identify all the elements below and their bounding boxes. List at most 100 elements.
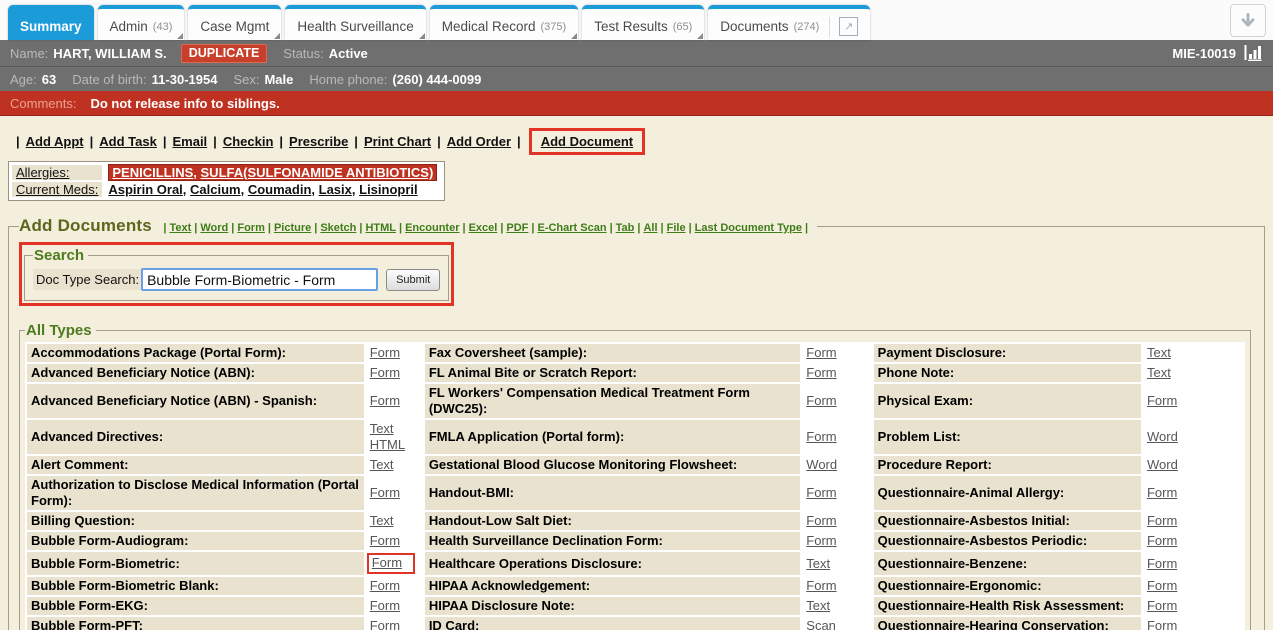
doc-link-word[interactable]: Word [1147, 429, 1178, 445]
doc-link-form[interactable]: Form [806, 393, 836, 409]
bar-chart-icon[interactable] [1244, 45, 1263, 61]
action-link-prescribe[interactable]: Prescribe [289, 134, 348, 149]
doc-link-form[interactable]: Form [806, 513, 836, 529]
scroll-down-button[interactable] [1230, 4, 1266, 37]
separator: | [531, 222, 534, 234]
action-link-add-document[interactable]: Add Document [541, 134, 633, 149]
doc-link-form[interactable]: Form [1147, 533, 1177, 549]
separator: | [689, 222, 692, 234]
doc-link-cell: Form [802, 344, 871, 362]
action-link-add-order[interactable]: Add Order [447, 134, 511, 149]
tab-test-results[interactable]: Test Results(65) [582, 5, 704, 40]
down-arrow-icon [1238, 11, 1258, 31]
doc-link-text[interactable]: Text [370, 457, 394, 473]
doc-link-text[interactable]: Text [806, 556, 830, 572]
table-row: Billing Question:TextHandout-Low Salt Di… [27, 512, 1243, 530]
doc-link-form[interactable]: Form [1147, 513, 1177, 529]
doc-link-form[interactable]: Form [370, 578, 400, 594]
allergy-link-penicillins[interactable]: PENICILLINS [112, 165, 193, 180]
format-link-sketch[interactable]: Sketch [320, 222, 356, 234]
format-link-e-chart-scan[interactable]: E-Chart Scan [537, 222, 606, 234]
med-link-lasix[interactable]: Lasix [319, 182, 352, 197]
tab-medical-record[interactable]: Medical Record(375) [430, 5, 578, 40]
action-link-add-task[interactable]: Add Task [99, 134, 157, 149]
med-link-lisinopril[interactable]: Lisinopril [359, 182, 418, 197]
doc-link-form[interactable]: Form [806, 429, 836, 445]
doc-link-form[interactable]: Form [370, 345, 400, 361]
allergies-link[interactable]: Allergies: [16, 165, 69, 180]
doc-type-label: Advanced Beneficiary Notice (ABN): [27, 364, 364, 382]
open-in-new-circle-icon[interactable]: ↗ [839, 17, 858, 36]
doc-link-form[interactable]: Form [1147, 598, 1177, 614]
doc-link-cell: Form [366, 364, 423, 382]
submit-button[interactable]: Submit [386, 269, 440, 291]
format-link-word[interactable]: Word [200, 222, 228, 234]
doc-link-cell: Text [1143, 344, 1243, 362]
doc-link-text[interactable]: Text [806, 598, 830, 614]
current-meds-link[interactable]: Current Meds: [16, 182, 98, 197]
doc-link-cell: Word [1143, 420, 1243, 454]
doc-link-form[interactable]: Form [1147, 393, 1177, 409]
tab-case-mgmt[interactable]: Case Mgmt [188, 5, 281, 40]
annotation-box: Add Document [529, 128, 645, 155]
action-link-add-appt[interactable]: Add Appt [26, 134, 84, 149]
doc-type-label: Questionnaire-Asbestos Initial: [874, 512, 1141, 530]
doc-link-text[interactable]: Text [370, 513, 394, 529]
doc-link-text[interactable]: Text [1147, 345, 1171, 361]
annotation-box: Form [367, 553, 415, 574]
doc-type-label: Alert Comment: [27, 456, 364, 474]
med-link-aspirin-oral[interactable]: Aspirin Oral [108, 182, 182, 197]
doc-link-form[interactable]: Form [370, 485, 400, 501]
doc-link-form[interactable]: Form [1147, 485, 1177, 501]
doc-type-search-input[interactable] [141, 268, 378, 291]
doc-link-word[interactable]: Word [1147, 457, 1178, 473]
tab-admin[interactable]: Admin(43) [98, 5, 185, 40]
doc-link-form[interactable]: Form [370, 393, 400, 409]
format-link-text[interactable]: Text [169, 222, 191, 234]
doc-link-form[interactable]: Form [806, 365, 836, 381]
doc-link-form[interactable]: Form [370, 598, 400, 614]
format-link-picture[interactable]: Picture [274, 222, 311, 234]
tab-health-surveillance[interactable]: Health Surveillance [285, 5, 425, 40]
tab-documents[interactable]: Documents(274)↗ [708, 5, 870, 40]
doc-type-label: Bubble Form-EKG: [27, 597, 364, 615]
tab-bar: SummaryAdmin(43)Case MgmtHealth Surveill… [0, 0, 1273, 40]
format-link-tab[interactable]: Tab [616, 222, 635, 234]
doc-link-form[interactable]: Form [370, 533, 400, 549]
action-link-email[interactable]: Email [172, 134, 207, 149]
format-link-encounter[interactable]: Encounter [405, 222, 459, 234]
med-link-calcium[interactable]: Calcium [190, 182, 241, 197]
duplicate-badge: DUPLICATE [181, 44, 268, 63]
doc-link-form[interactable]: Form [806, 485, 836, 501]
allergy-link-sulfa-sulfonamide-antibiotics[interactable]: SULFA(SULFONAMIDE ANTIBIOTICS) [201, 165, 434, 180]
doc-link-scan[interactable]: Scan [806, 618, 836, 630]
doc-type-label: Bubble Form-Biometric: [27, 552, 364, 575]
all-types-table: Accommodations Package (Portal Form):For… [25, 342, 1245, 630]
doc-link-word[interactable]: Word [806, 457, 837, 473]
format-link-last-document-type[interactable]: Last Document Type [695, 222, 802, 234]
doc-link-html[interactable]: HTML [370, 437, 405, 453]
format-link-all[interactable]: All [643, 222, 657, 234]
med-link-coumadin[interactable]: Coumadin [248, 182, 312, 197]
format-link-file[interactable]: File [667, 222, 686, 234]
tab-summary[interactable]: Summary [8, 5, 94, 40]
format-link-pdf[interactable]: PDF [506, 222, 528, 234]
doc-link-form[interactable]: Form [370, 618, 400, 630]
doc-link-form[interactable]: Form [1147, 556, 1177, 572]
doc-link-text[interactable]: Text [370, 421, 394, 437]
action-link-print-chart[interactable]: Print Chart [364, 134, 431, 149]
doc-link-text[interactable]: Text [1147, 365, 1171, 381]
doc-link-form[interactable]: Form [370, 365, 400, 381]
doc-link-form[interactable]: Form [806, 578, 836, 594]
doc-link-cell: Form [366, 476, 423, 510]
format-link-excel[interactable]: Excel [469, 222, 498, 234]
doc-link-form[interactable]: Form [806, 345, 836, 361]
doc-link-form[interactable]: Form [372, 555, 402, 571]
doc-link-form[interactable]: Form [806, 533, 836, 549]
allergies-row: Allergies: PENICILLINS, SULFA(SULFONAMID… [12, 165, 441, 180]
action-link-checkin[interactable]: Checkin [223, 134, 274, 149]
doc-link-form[interactable]: Form [1147, 578, 1177, 594]
format-link-form[interactable]: Form [237, 222, 265, 234]
doc-link-form[interactable]: Form [1147, 618, 1177, 630]
format-link-html[interactable]: HTML [365, 222, 396, 234]
